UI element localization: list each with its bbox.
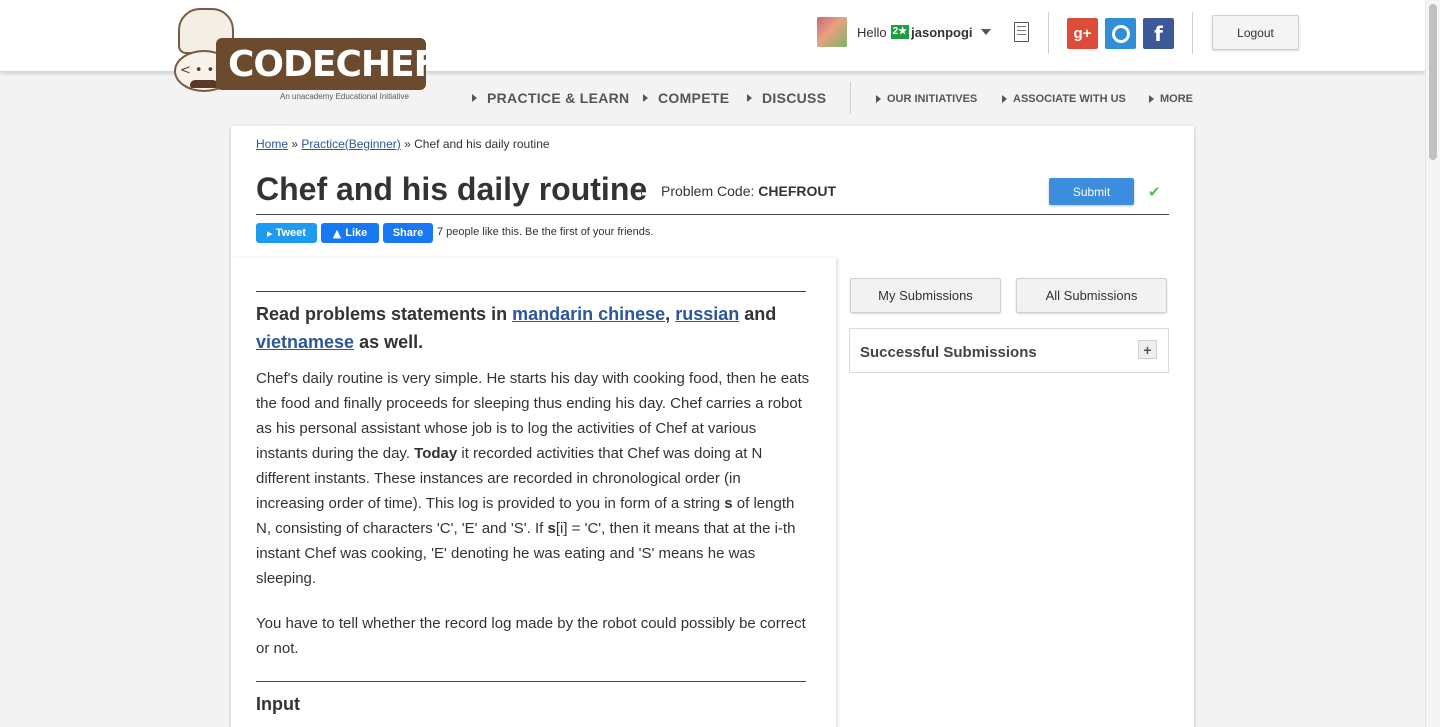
triangle-right-icon xyxy=(1149,95,1154,103)
statement-rule xyxy=(256,291,806,292)
rating-star-badge: 2★ xyxy=(890,25,910,39)
title-divider xyxy=(641,186,642,195)
user-menu[interactable]: Hello 2★ jasonpogi xyxy=(817,17,991,47)
twitter-icon: ▸ xyxy=(267,226,273,240)
triangle-right-icon xyxy=(876,95,881,103)
checkmark-icon: ✔ xyxy=(1148,183,1161,201)
avatar[interactable] xyxy=(817,17,847,47)
problem-code: Problem Code: CHEFROUT xyxy=(661,183,836,199)
google-plus-icon[interactable]: g+ xyxy=(1067,18,1098,49)
languages-heading: Read problems statements in mandarin chi… xyxy=(256,300,816,356)
problem-code-value: CHEFROUT xyxy=(758,183,837,199)
triangle-right-icon xyxy=(643,94,648,102)
bold-s: s xyxy=(547,520,556,537)
input-heading: Input xyxy=(256,694,300,714)
facebook-share-button[interactable]: Share xyxy=(383,223,433,243)
header-divider xyxy=(1048,12,1049,54)
bold-today: Today xyxy=(414,445,458,462)
my-submissions-button[interactable]: My Submissions xyxy=(850,278,1001,313)
tweet-button[interactable]: ▸ Tweet xyxy=(256,223,317,243)
nav-label: COMPETE xyxy=(658,90,730,106)
page-title: Chef and his daily routine xyxy=(256,171,648,207)
nav-label: OUR INITIATIVES xyxy=(887,93,978,105)
codechef-logo[interactable]: <••> CODECHEF An unacademy Educational I… xyxy=(172,8,438,104)
expand-plus-icon[interactable]: + xyxy=(1138,340,1157,359)
nav-more[interactable]: MORE xyxy=(1149,93,1193,105)
logo-tagline: An unacademy Educational Initiative xyxy=(280,92,409,101)
breadcrumb-home-link[interactable]: Home xyxy=(256,137,288,151)
header-divider xyxy=(1192,12,1193,54)
logo-wordmark: CODECHEF xyxy=(228,44,438,85)
and-text: and xyxy=(744,304,777,324)
submit-button[interactable]: Submit xyxy=(1049,178,1134,205)
nav-associate-with-us[interactable]: ASSOCIATE WITH US xyxy=(1002,93,1126,105)
triangle-right-icon xyxy=(747,94,752,102)
languages-suffix: as well. xyxy=(359,332,424,352)
nav-compete[interactable]: COMPETE xyxy=(643,90,729,106)
thumbs-up-icon: ▲ xyxy=(332,226,342,240)
nav-label: MORE xyxy=(1160,93,1193,105)
statement-paragraph-2: You have to tell whether the record log … xyxy=(256,615,806,657)
scrollbar-thumb[interactable] xyxy=(1429,4,1437,160)
successful-submissions-panel[interactable]: Successful Submissions + xyxy=(849,328,1169,373)
facebook-like-button[interactable]: ▲ Like xyxy=(321,223,379,243)
statement-paragraph-1: Chef's daily routine is very simple. He … xyxy=(256,366,811,591)
nav-our-initiatives[interactable]: OUR INITIATIVES xyxy=(876,93,977,105)
nav-discuss[interactable]: DISCUSS xyxy=(747,90,826,106)
all-submissions-button[interactable]: All Submissions xyxy=(1016,278,1167,313)
problem-card: Home » Practice(Beginner) » Chef and his… xyxy=(231,126,1194,727)
github-icon[interactable] xyxy=(1105,18,1136,49)
bold-s: s xyxy=(724,495,733,512)
chevron-down-icon[interactable] xyxy=(980,29,991,35)
vietnamese-link[interactable]: vietnamese xyxy=(256,332,354,352)
triangle-right-icon xyxy=(472,94,477,102)
like-label: Like xyxy=(345,227,368,239)
problem-code-label: Problem Code: xyxy=(661,183,755,199)
mandarin-chinese-link[interactable]: mandarin chinese xyxy=(512,304,665,324)
section-rule xyxy=(256,681,806,682)
comma: , xyxy=(665,304,671,324)
breadcrumb-current: Chef and his daily routine xyxy=(414,137,550,151)
facebook-icon[interactable]: f xyxy=(1143,18,1174,49)
breadcrumb-separator: » xyxy=(404,137,411,151)
successful-submissions-label: Successful Submissions xyxy=(860,344,1037,361)
username-link[interactable]: jasonpogi xyxy=(911,25,972,40)
russian-link[interactable]: russian xyxy=(675,304,739,324)
notes-icon[interactable] xyxy=(1014,22,1029,42)
nav-label: DISCUSS xyxy=(762,90,827,106)
mustache-icon xyxy=(190,80,218,88)
title-rule xyxy=(256,214,1169,215)
nav-label: ASSOCIATE WITH US xyxy=(1013,93,1126,105)
logout-button[interactable]: Logout xyxy=(1212,15,1299,50)
page-scrollbar[interactable] xyxy=(1425,0,1440,727)
triangle-right-icon xyxy=(1002,95,1007,103)
tweet-label: Tweet xyxy=(275,227,306,239)
breadcrumb: Home » Practice(Beginner) » Chef and his… xyxy=(256,137,550,151)
nav-divider xyxy=(850,82,851,114)
breadcrumb-separator: » xyxy=(291,137,299,151)
greeting-text: Hello xyxy=(857,24,887,40)
nav-practice-learn[interactable]: PRACTICE & LEARN xyxy=(472,90,629,106)
nav-label: PRACTICE & LEARN xyxy=(487,90,630,106)
breadcrumb-practice-link[interactable]: Practice(Beginner) xyxy=(301,137,400,151)
likes-count-text: 7 people like this. Be the first of your… xyxy=(437,226,654,238)
languages-prefix: Read problems statements in xyxy=(256,304,508,324)
